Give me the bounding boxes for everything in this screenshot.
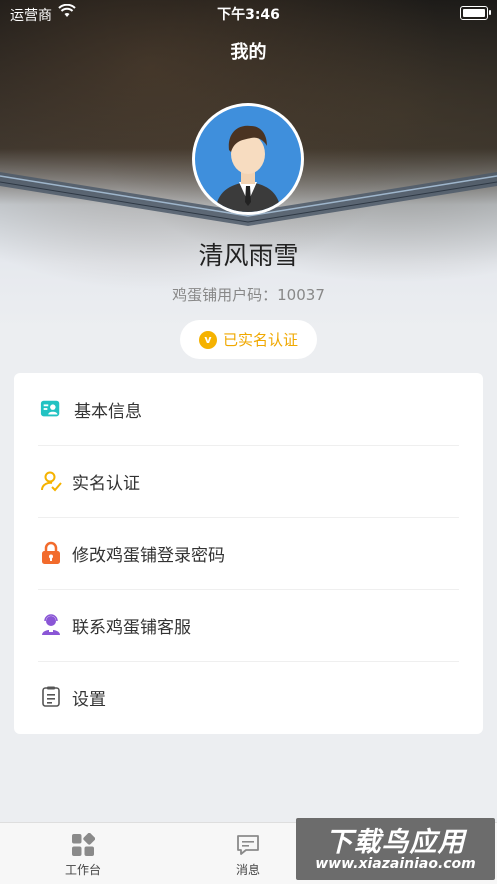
customer-service-icon [40, 614, 62, 636]
status-bar: 运营商 下午3:46 [0, 0, 497, 26]
menu-card: 基本信息 实名认证 修改鸡蛋铺登录密码 联系鸡蛋铺客服 设置 [14, 373, 483, 734]
menu-item-label: 实名认证 [72, 473, 140, 494]
watermark-title: 下载鸟应用 [325, 827, 466, 858]
user-code: 鸡蛋铺用户码：10037 [172, 286, 325, 304]
user-name: 清风雨雪 [198, 241, 299, 270]
menu-item-label: 修改鸡蛋铺登录密码 [72, 545, 225, 566]
tab-label: 消息 [235, 863, 260, 877]
verified-badge[interactable]: v 已实名认证 [180, 320, 317, 359]
lock-icon [40, 541, 62, 564]
menu-item-basic-info[interactable]: 基本信息 [14, 373, 483, 445]
avatar[interactable] [192, 103, 304, 215]
status-time: 下午3:46 [217, 7, 280, 23]
workbench-icon [72, 833, 95, 856]
message-icon [237, 835, 259, 855]
menu-item-settings[interactable]: 设置 [14, 661, 483, 733]
menu-item-label: 基本信息 [74, 401, 142, 422]
tab-workbench[interactable]: 工作台 [23, 823, 143, 884]
menu-item-real-name-verify[interactable]: 实名认证 [14, 445, 483, 517]
tab-label: 工作台 [64, 863, 101, 877]
menu-item-label: 联系鸡蛋铺客服 [72, 617, 191, 638]
tab-messages[interactable]: 消息 [188, 823, 308, 884]
verified-v-icon: v [198, 330, 217, 349]
page-title: 我的 [230, 42, 267, 63]
battery-icon [460, 6, 491, 20]
verified-label: 已实名认证 [222, 331, 298, 349]
menu-item-label: 设置 [72, 689, 106, 710]
watermark-logo: 下载鸟应用 www.xiazainiao.com [296, 818, 495, 880]
watermark-url: www.xiazainiao.com [315, 856, 476, 872]
menu-item-change-password[interactable]: 修改鸡蛋铺登录密码 [14, 517, 483, 589]
settings-list-icon [40, 686, 62, 708]
user-avatar-illustration [215, 125, 281, 212]
menu-item-customer-service[interactable]: 联系鸡蛋铺客服 [14, 589, 483, 661]
profile-card-icon [40, 398, 62, 420]
user-verify-icon [40, 470, 62, 492]
